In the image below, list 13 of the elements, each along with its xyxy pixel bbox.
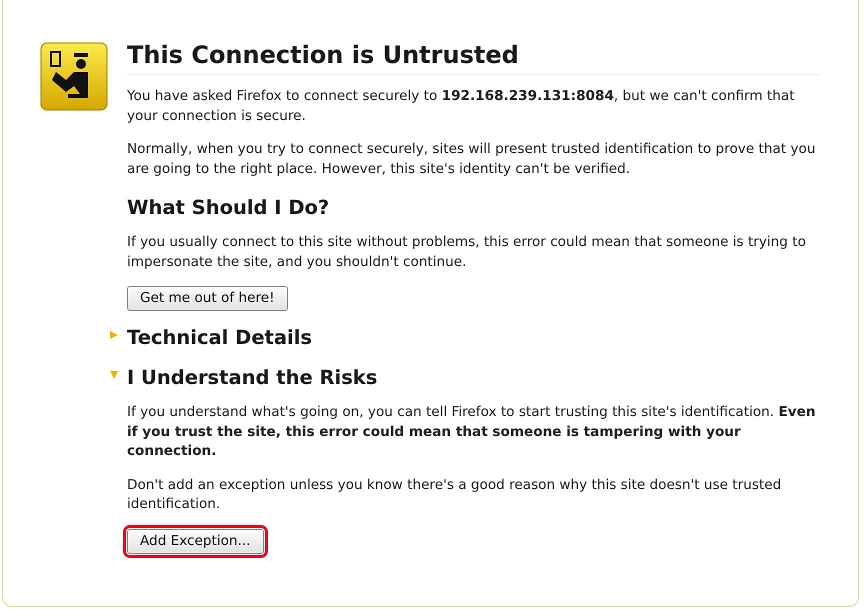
section-heading[interactable]: Technical Details [127,325,820,351]
paragraph: If you usually connect to this site without problems, this error could mean that someone is trying to impersonate the site, and you shouldn't continue. [127,233,807,272]
button[interactable]: Get me out of here! [127,286,288,311]
paragraph: You have asked Firefox to connect securely to 192.168.239.131:8084, but we can't confirm that your connection is secure. [127,87,796,126]
section-heading[interactable]: I Understand the Risks [127,365,820,391]
paragraph: Don't add an exception unless you know there's a good reason why this site doesn't use trusted identification. [127,476,782,514]
section-heading: What Should I Do? [127,195,330,221]
page-title: This Connection is Untrusted [127,40,820,75]
disclosure-triangle-icon[interactable] [109,330,119,340]
disclosure-triangle-icon[interactable] [109,370,119,380]
paragraph: Normally, when you try to connect securely, sites will present trusted identification to prove that you are going to the right place. However, this site's identity can't be verified. [127,140,816,178]
paragraph: If you understand what's going on, you can tell Firefox to start trusting this site's identification. Even if you trust the site, this error could mean that someone is tampering with your connection. [127,403,816,461]
officer-icon [40,42,108,112]
